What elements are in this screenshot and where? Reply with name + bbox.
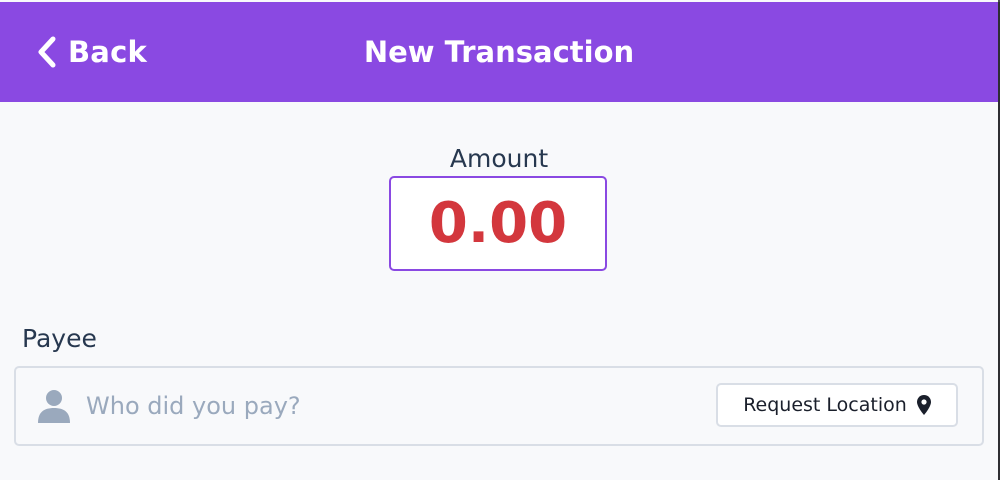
request-location-label: Request Location	[743, 394, 907, 416]
amount-value: 0.00	[428, 190, 568, 256]
app-header: Back New Transaction	[0, 2, 998, 102]
payee-input[interactable]	[86, 386, 686, 426]
payee-label: Payee	[22, 324, 97, 353]
amount-label: Amount	[449, 144, 549, 173]
new-transaction-screen: Back New Transaction Amount 0.00 Payee R…	[0, 0, 998, 480]
page-title: New Transaction	[363, 35, 635, 69]
back-button-label: Back	[68, 35, 147, 69]
payee-field: Request Location	[14, 366, 984, 446]
chevron-left-icon	[38, 36, 56, 68]
amount-input[interactable]: 0.00	[389, 176, 607, 271]
map-pin-icon	[916, 395, 931, 415]
back-button[interactable]: Back	[36, 32, 147, 72]
user-icon	[38, 390, 70, 423]
request-location-button[interactable]: Request Location	[716, 383, 958, 427]
